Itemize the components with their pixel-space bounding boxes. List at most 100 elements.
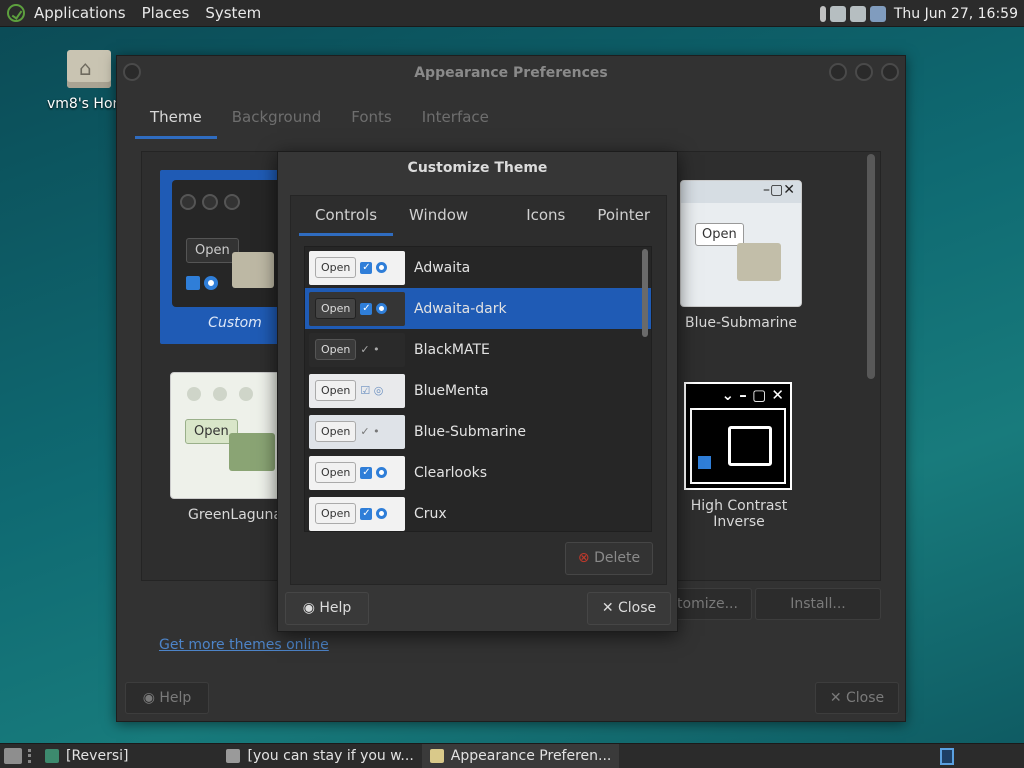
preview-open-button: Open (315, 339, 357, 360)
thumb-window-buttons (187, 387, 253, 401)
preview-radio-icon (376, 262, 388, 273)
delete-button[interactable]: ⊗ Delete (565, 542, 653, 575)
list-item-bluementa[interactable]: Open ☑ ◎ BlueMenta (305, 370, 651, 411)
list-item-blue-submarine[interactable]: Open ✓ • Blue-Submarine (305, 411, 651, 452)
list-item-label: Clearlooks (414, 464, 488, 481)
thumb-folder-icon (737, 243, 781, 281)
thumb-checkbox-icon (698, 456, 711, 469)
get-more-themes-link[interactable]: Get more themes online (159, 637, 329, 653)
home-folder-icon (67, 50, 111, 88)
dialog-title[interactable]: Customize Theme (278, 152, 677, 185)
tab-pointer[interactable]: Pointer (581, 196, 666, 236)
tab-background[interactable]: Background (217, 100, 337, 139)
theme-name-high-contrast-inverse: High Contrast Inverse (690, 498, 788, 530)
preview-check-icon: ✓ • (360, 425, 380, 438)
list-scrollbar[interactable] (642, 249, 648, 337)
dialog-close-button[interactable]: ✕ Close (587, 592, 671, 625)
tab-interface[interactable]: Interface (407, 100, 504, 139)
system-tray: Thu Jun 27, 16:59 (819, 0, 1018, 27)
close-icon: ✕ (601, 600, 619, 616)
controls-theme-list: Open ✓ Adwaita Open ✓ Adwaita-dark Open … (304, 246, 652, 532)
main-close-label: Close (846, 690, 885, 706)
thumb-folder-icon (229, 433, 275, 471)
customize-theme-dialog: Customize Theme Controls Window Border I… (277, 151, 678, 632)
task-label: Appearance Preferen... (450, 748, 612, 764)
task-text-editor[interactable]: [you can stay if you w... (218, 744, 421, 768)
preview-radio-icon (376, 508, 388, 519)
main-window-title: Appearance Preferences (414, 65, 608, 81)
reversi-icon (45, 749, 59, 763)
list-item-crux[interactable]: Open ✓ Crux (305, 493, 651, 531)
thumb-radio-icon (204, 276, 218, 290)
theme-grid-scrollbar[interactable] (867, 154, 875, 379)
bottom-panel: [Reversi] [you can stay if you w... Appe… (0, 743, 1024, 768)
thumb-folder-icon (232, 252, 274, 288)
preview-radio-icon (376, 467, 388, 478)
tab-icons[interactable]: Icons (510, 196, 581, 236)
list-item-adwaita[interactable]: Open ✓ Adwaita (305, 247, 651, 288)
dialog-help-button[interactable]: ◉ Help (285, 592, 369, 625)
theme-preview: Open ✓ (309, 496, 405, 531)
theme-thumb-blue-submarine: –▢✕ Open (680, 180, 802, 307)
thumb-open-button: Open (186, 238, 239, 263)
workspace-switcher[interactable] (940, 748, 954, 765)
list-item-label: BlackMATE (414, 341, 490, 358)
main-titlebar[interactable]: Appearance Preferences (117, 56, 905, 90)
tab-fonts[interactable]: Fonts (336, 100, 406, 139)
preview-open-button: Open (315, 421, 357, 442)
main-close-button[interactable]: ✕ Close (815, 682, 899, 714)
list-item-clearlooks[interactable]: Open ✓ Clearlooks (305, 452, 651, 493)
preview-check-icon: ✓ (360, 261, 373, 274)
thumb-open-button: Open (695, 223, 744, 246)
menu-system[interactable]: System (205, 4, 261, 22)
preview-check-icon: ✓ (360, 302, 373, 315)
delete-icon: ⊗ (577, 550, 595, 566)
menu-places[interactable]: Places (142, 4, 190, 22)
task-reversi[interactable]: [Reversi] (37, 744, 136, 768)
distro-logo-icon[interactable] (7, 4, 25, 22)
preview-check-icon: ✓ • (360, 343, 380, 356)
list-item-label: Adwaita-dark (414, 300, 507, 317)
network-icon[interactable] (829, 5, 846, 22)
main-help-label: Help (159, 690, 192, 706)
theme-preview: Open ✓ • (309, 332, 405, 367)
task-label: [Reversi] (66, 748, 129, 764)
theme-tile-blue-submarine[interactable]: –▢✕ Open Blue-Submarine (680, 180, 802, 331)
preview-open-button: Open (315, 380, 357, 401)
tab-controls[interactable]: Controls (299, 196, 394, 236)
tab-window-border[interactable]: Window Border (393, 196, 510, 262)
thumb-window-controls-icon: –▢✕ (763, 182, 795, 198)
minimize-icon[interactable] (829, 63, 847, 81)
dialog-tabs: Controls Window Border Icons Pointer (291, 196, 666, 262)
close-window-icon[interactable] (881, 63, 899, 81)
volume-icon[interactable] (849, 5, 866, 22)
show-desktop-icon[interactable] (4, 748, 22, 764)
main-tabs: Theme Background Fonts Interface (135, 100, 504, 139)
install-button[interactable]: Install... (755, 588, 881, 620)
preview-check-icon: ☑ ◎ (360, 384, 384, 397)
thumb-window-controls-icon: ⌄ – ▢ ✕ (721, 386, 784, 404)
top-panel: Applications Places System Thu Jun 27, 1… (0, 0, 1024, 27)
list-item-label: BlueMenta (414, 382, 489, 399)
task-appearance-preferences[interactable]: Appearance Preferen... (421, 743, 620, 768)
theme-preview: Open ✓ (309, 291, 405, 326)
list-item-adwaita-dark[interactable]: Open ✓ Adwaita-dark (305, 288, 651, 329)
thumb-checkbox-icon (186, 276, 200, 290)
monitor-icon[interactable] (869, 5, 886, 22)
list-item-blackmate[interactable]: Open ✓ • BlackMATE (305, 329, 651, 370)
panel-handle[interactable] (28, 749, 31, 763)
main-help-button[interactable]: ◉ Help (125, 682, 209, 714)
theme-tile-high-contrast-inverse[interactable]: ⌄ – ▢ ✕ High Contrast Inverse (684, 382, 794, 530)
window-menu-icon[interactable] (123, 63, 141, 81)
theme-preview: Open ✓ (309, 250, 405, 285)
preview-open-button: Open (315, 462, 357, 483)
maximize-icon[interactable] (855, 63, 873, 81)
clock[interactable]: Thu Jun 27, 16:59 (894, 6, 1018, 22)
appearance-icon (429, 749, 444, 763)
tab-theme[interactable]: Theme (135, 100, 217, 139)
list-item-label: Adwaita (414, 259, 471, 276)
menu-applications[interactable]: Applications (34, 4, 126, 22)
tray-menu-icon[interactable] (819, 5, 826, 22)
desktop-home-label: vm8's Home (47, 96, 123, 112)
preview-open-button: Open (315, 257, 357, 278)
